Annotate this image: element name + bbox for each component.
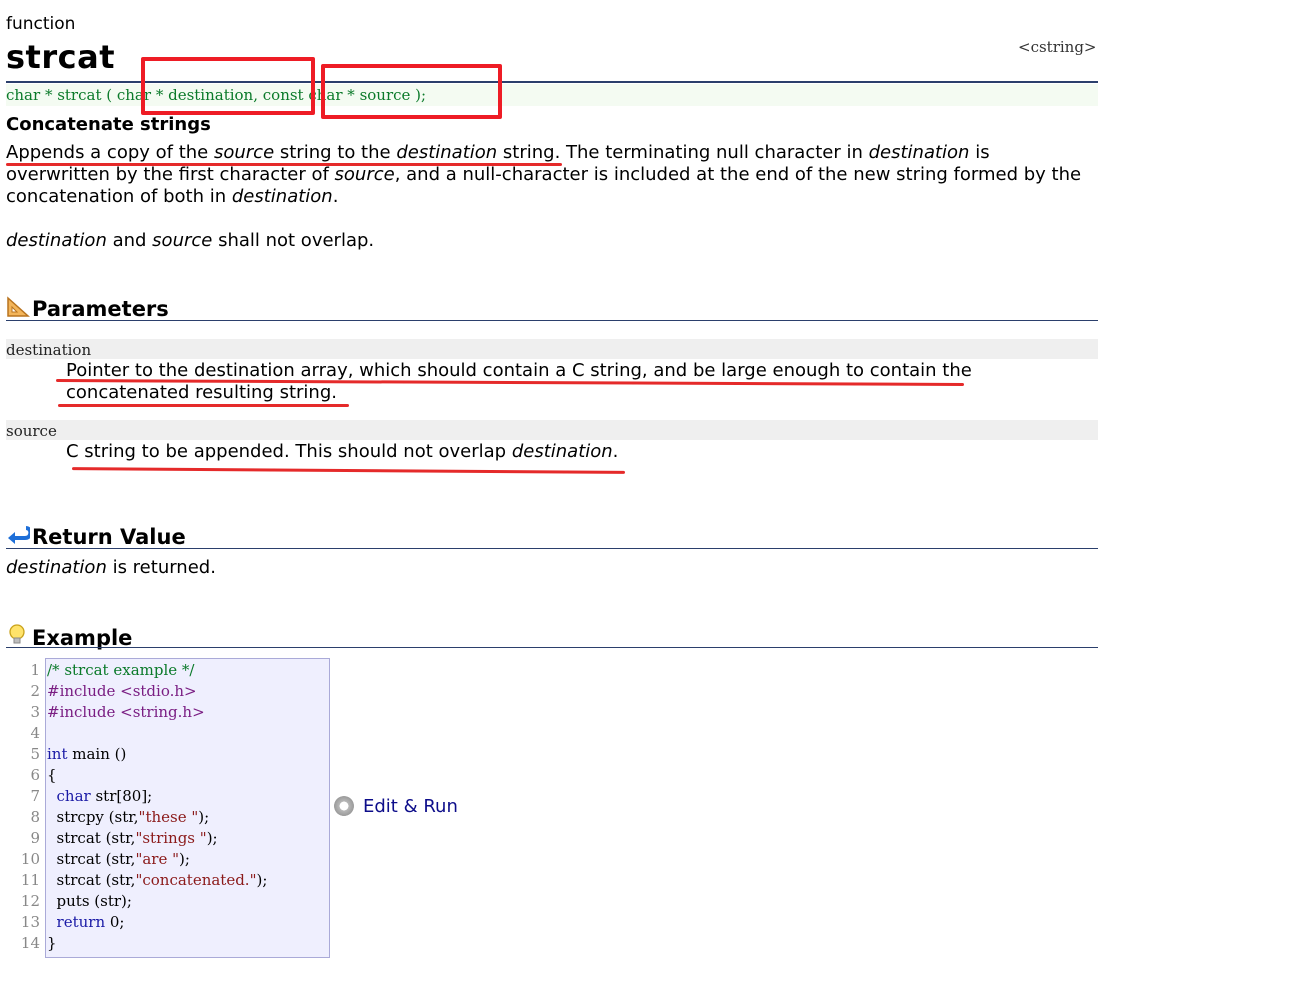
annotation-box-source (321, 64, 502, 119)
code-line: int main () (47, 745, 127, 763)
desc-emphasis: destination (396, 142, 498, 163)
code-line-number: 1 (30, 661, 40, 679)
desc-text: string to the (274, 142, 397, 163)
page-title: strcat (6, 38, 115, 76)
code-line-number: 8 (30, 808, 40, 826)
return-arrow-icon (6, 524, 33, 551)
desc-emphasis: destination (868, 142, 970, 163)
code-line-number: 11 (20, 871, 40, 889)
gear-icon (334, 796, 354, 816)
annotation-underline (71, 467, 626, 474)
code-line-number: 10 (20, 850, 40, 868)
desc-emphasis: destination (231, 186, 333, 207)
return-text: is returned. (106, 557, 216, 578)
param-desc-emphasis: destination (511, 441, 613, 462)
edit-run-button[interactable]: Edit & Run (334, 796, 458, 817)
description-paragraph: Appends a copy of the source string to t… (6, 142, 1098, 208)
section-rule (6, 320, 1098, 321)
return-emphasis: destination (6, 557, 107, 578)
code-line-number: 3 (30, 703, 40, 721)
overlap-note: destination and source shall not overlap… (6, 230, 1098, 252)
code-line-number: 2 (30, 682, 40, 700)
annotation-box-destination (141, 57, 315, 115)
code-line: strcat (str,"strings "); (47, 829, 218, 847)
function-subtitle: Concatenate strings (6, 114, 211, 135)
code-line-number: 5 (30, 745, 40, 763)
code-line-number: 14 (20, 934, 40, 952)
code-line: char str[80]; (47, 787, 153, 805)
desc-text: Appends a copy of the (6, 142, 214, 163)
code-line: /* strcat example */ (47, 661, 195, 679)
code-line: #include <string.h> (47, 703, 205, 721)
desc-text: . (332, 186, 339, 207)
code-line: puts (str); (47, 892, 132, 910)
code-line: } (47, 934, 57, 952)
desc-emphasis: source (334, 164, 395, 185)
note-text: and (106, 230, 153, 251)
prototype-prefix: char * strcat ( (6, 86, 117, 104)
param-desc-text: . (612, 441, 619, 462)
header-link[interactable]: <cstring> (1018, 38, 1097, 56)
code-line-number: 7 (30, 787, 40, 805)
param-name-source: source (6, 420, 1098, 440)
annotation-underline (58, 404, 349, 407)
desc-text: string. The terminating null character i… (497, 142, 869, 163)
ruler-triangle-icon (6, 296, 32, 323)
return-value-text: destination is returned. (6, 557, 1098, 579)
entity-kind: function (6, 14, 76, 34)
code-line: return 0; (47, 913, 125, 931)
parameters-heading: Parameters (6, 296, 169, 323)
section-rule (6, 548, 1098, 549)
annotation-underline (6, 163, 562, 166)
code-line-number: 12 (20, 892, 40, 910)
note-text: shall not overlap. (212, 230, 375, 251)
code-line: #include <stdio.h> (47, 682, 197, 700)
edit-run-label: Edit & Run (363, 796, 458, 817)
section-title: Return Value (32, 525, 186, 549)
code-line: strcat (str,"concatenated."); (47, 871, 268, 889)
return-value-heading: Return Value (6, 524, 186, 551)
desc-emphasis: source (213, 142, 275, 163)
code-line-number: 6 (30, 766, 40, 784)
code-line-number: 9 (30, 829, 40, 847)
note-emphasis: source (152, 230, 213, 251)
param-desc-text: C string to be appended. This should not… (66, 441, 512, 462)
param-desc-source: C string to be appended. This should not… (66, 441, 1066, 463)
note-emphasis: destination (6, 230, 107, 251)
section-title: Parameters (32, 297, 169, 321)
code-line-number: 13 (20, 913, 40, 931)
param-name-destination: destination (6, 339, 1098, 359)
section-rule (6, 647, 1098, 648)
code-line: strcat (str,"are "); (47, 850, 190, 868)
code-line: { (47, 766, 57, 784)
code-line-number: 4 (30, 724, 40, 742)
code-line: strcpy (str,"these "); (47, 808, 210, 826)
